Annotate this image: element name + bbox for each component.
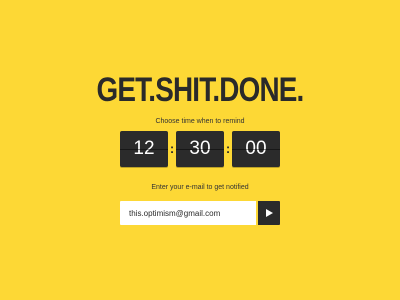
time-separator: :: [169, 141, 175, 156]
time-picker: 12 : 30 : 00: [120, 131, 280, 167]
time-prompt: Choose time when to remind: [155, 118, 245, 125]
seconds-box[interactable]: 00: [232, 131, 280, 167]
email-prompt: Enter your e-mail to get notified: [151, 184, 249, 191]
time-separator: :: [225, 141, 231, 156]
minutes-box[interactable]: 30: [176, 131, 224, 167]
submit-button[interactable]: [258, 201, 280, 225]
email-input[interactable]: [120, 201, 256, 225]
page-title: GET.SHIT.DONE.: [96, 71, 305, 109]
play-icon: [266, 209, 273, 217]
hours-box[interactable]: 12: [120, 131, 168, 167]
email-form: [120, 201, 280, 225]
